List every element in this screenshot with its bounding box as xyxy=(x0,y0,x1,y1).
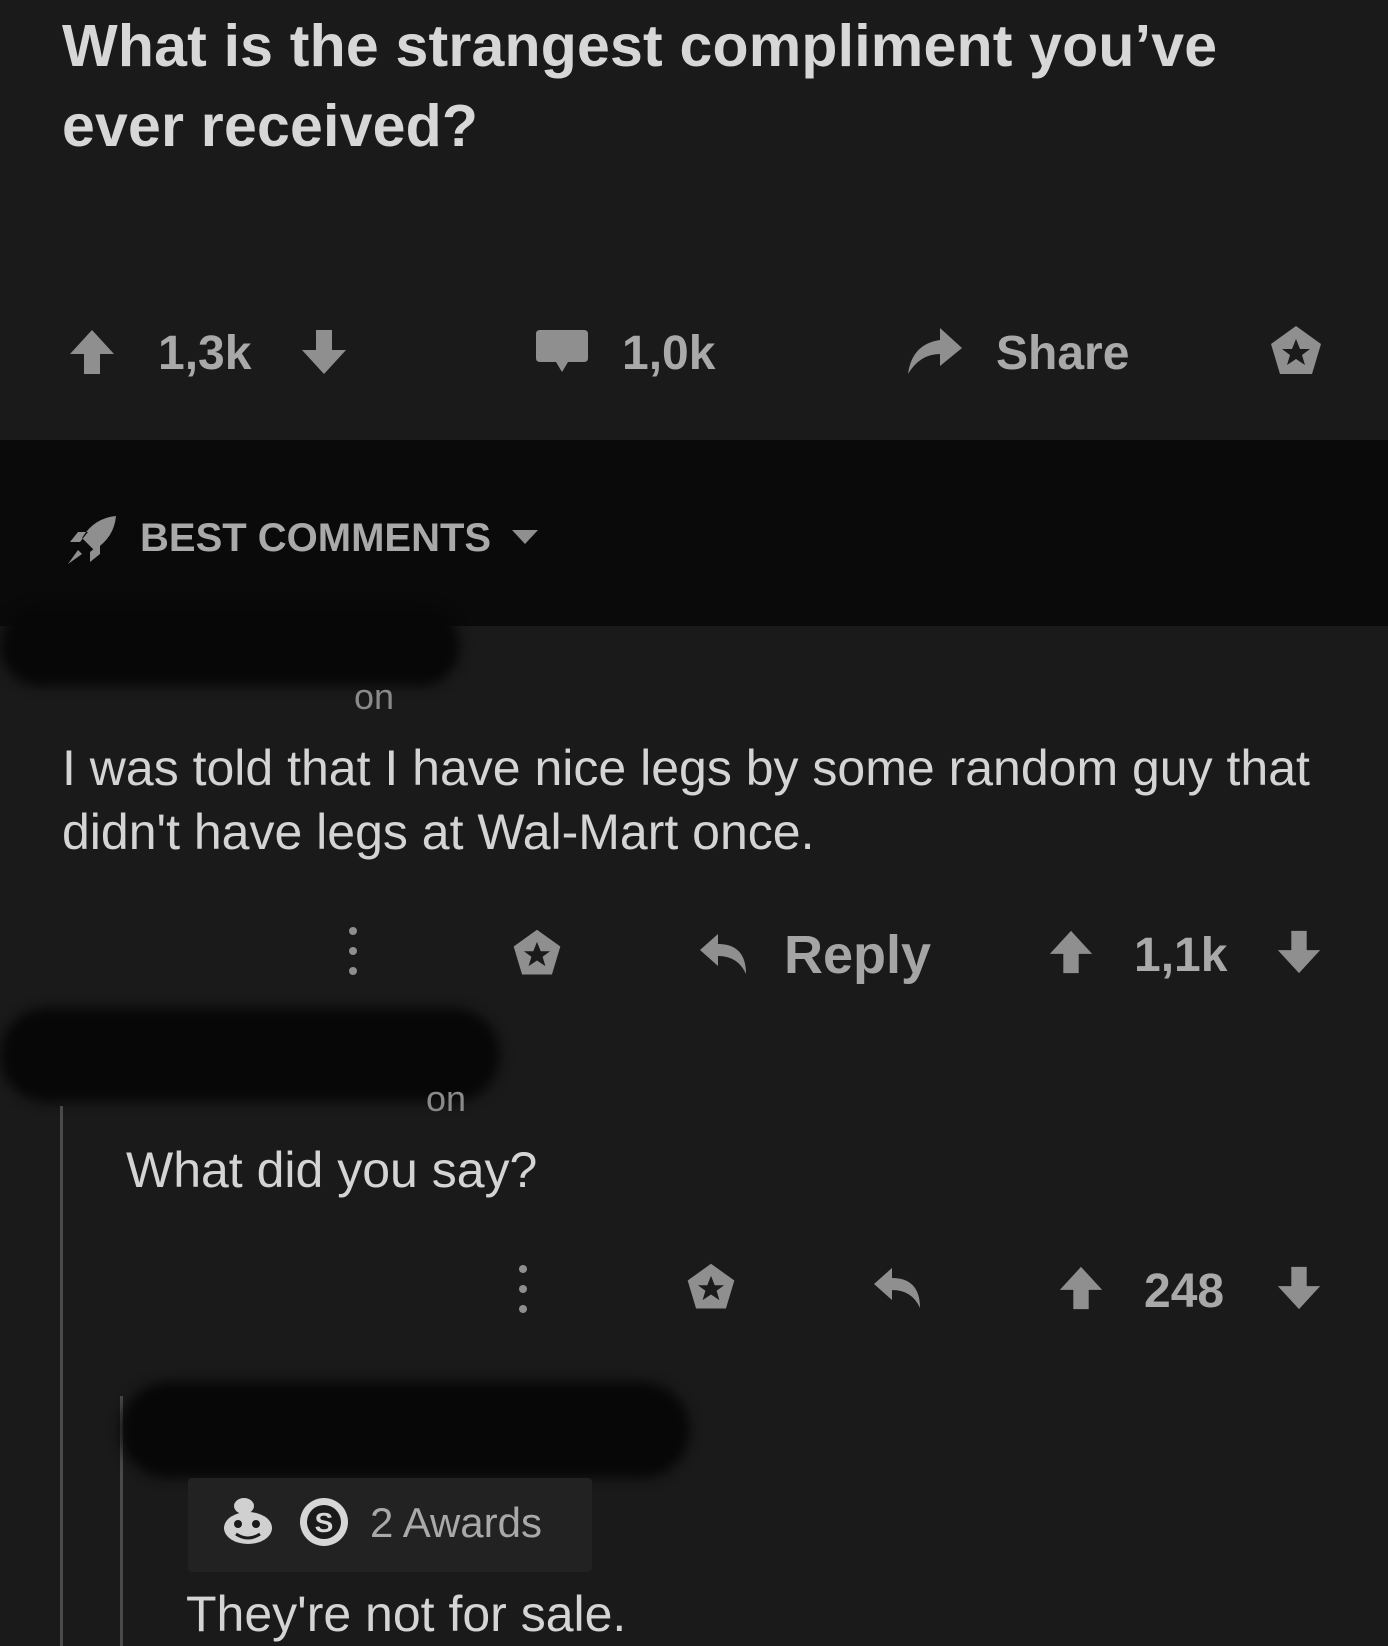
award-icon[interactable] xyxy=(682,1260,740,1316)
post-title: What is the strangest compliment you’ve … xyxy=(62,13,1218,159)
comment-body: They're not for sale. xyxy=(186,1586,627,1642)
comment-count: 1,0k xyxy=(622,327,716,380)
more-options-icon[interactable] xyxy=(516,1264,530,1314)
comment-body: I was told that I have nice legs by some… xyxy=(62,740,1310,860)
awards-count: 2 Awards xyxy=(370,1499,542,1546)
downvote-icon[interactable] xyxy=(1274,1262,1324,1314)
coin-icon: S xyxy=(298,1496,350,1548)
downvote-icon[interactable] xyxy=(298,326,350,378)
redacted-username xyxy=(0,606,460,686)
award-icon[interactable] xyxy=(508,926,566,982)
more-options-icon[interactable] xyxy=(346,926,360,976)
award-icon xyxy=(216,1494,278,1552)
thread-line xyxy=(60,1106,63,1646)
comment-body: What did you say? xyxy=(126,1142,538,1198)
award-icon[interactable] xyxy=(1266,322,1326,382)
redacted-username xyxy=(0,1008,500,1102)
comment-timestamp: on xyxy=(354,676,395,717)
share-icon[interactable] xyxy=(904,322,966,378)
downvote-icon[interactable] xyxy=(1274,926,1324,978)
reply-icon[interactable] xyxy=(872,1264,924,1312)
comment-score: 1,1k xyxy=(1134,929,1228,982)
upvote-icon[interactable] xyxy=(66,326,118,378)
svg-text:S: S xyxy=(315,1507,334,1538)
reply-button[interactable]: Reply xyxy=(784,928,931,982)
share-button[interactable]: Share xyxy=(996,330,1129,378)
upvote-icon[interactable] xyxy=(1056,1262,1106,1314)
reply-icon[interactable] xyxy=(698,930,750,978)
chevron-down-icon[interactable] xyxy=(510,528,540,546)
upvote-icon[interactable] xyxy=(1046,926,1096,978)
comment-score: 248 xyxy=(1144,1265,1225,1318)
post-score: 1,3k xyxy=(158,327,252,380)
redacted-username xyxy=(120,1382,690,1478)
comment-icon[interactable] xyxy=(534,326,590,378)
sort-dropdown[interactable]: BEST COMMENTS xyxy=(140,516,491,560)
comment-timestamp: on xyxy=(426,1078,467,1119)
rocket-icon[interactable] xyxy=(64,512,120,568)
